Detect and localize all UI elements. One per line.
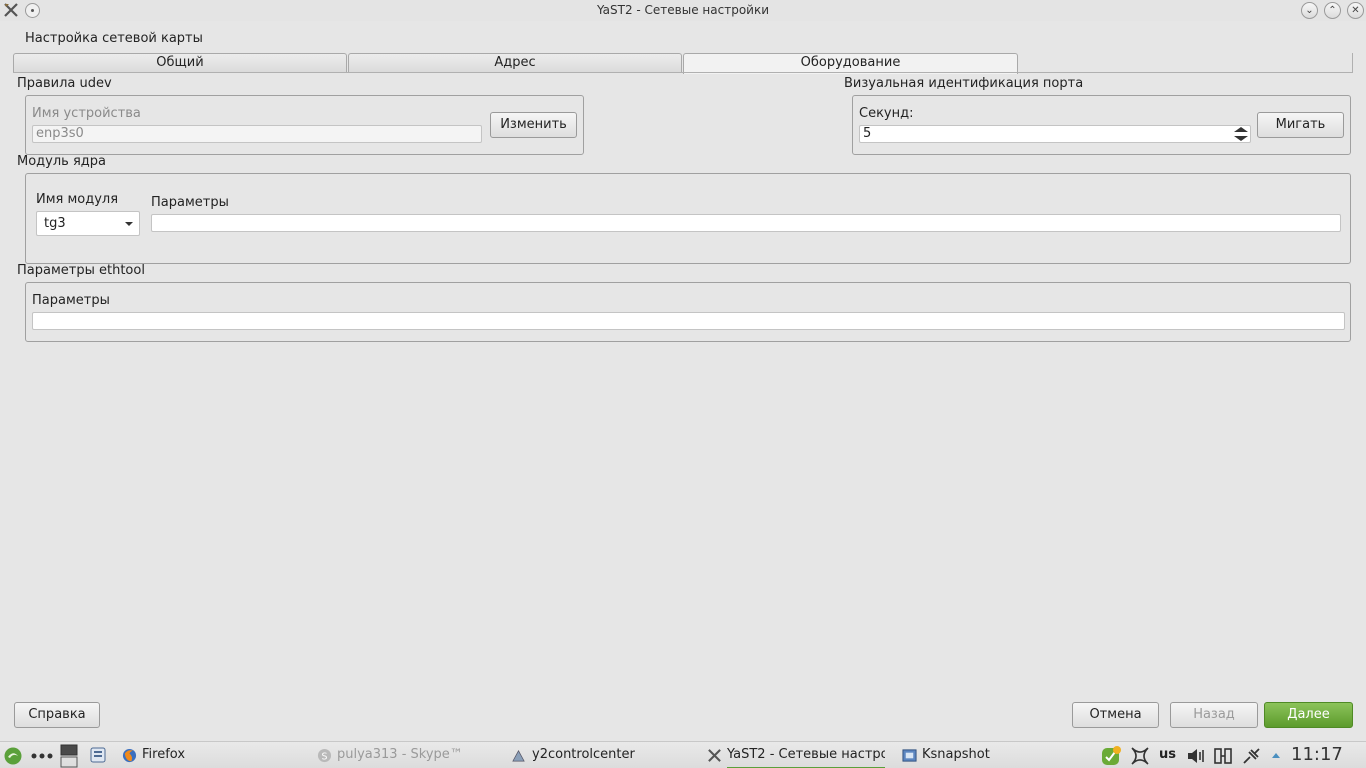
keyboard-layout-indicator[interactable]: us xyxy=(1159,742,1176,768)
task-ksnapshot[interactable]: Ksnapshot xyxy=(922,742,990,768)
yast-icon xyxy=(512,750,525,762)
change-button[interactable]: Изменить xyxy=(490,112,577,138)
close-button[interactable]: ✕ xyxy=(1347,2,1364,19)
back-button[interactable]: Назад xyxy=(1170,702,1258,728)
tab-hardware[interactable]: Оборудование xyxy=(683,53,1018,74)
taskbar: Firefox S pulya313 - Skype™ y2controlcen… xyxy=(0,741,1366,768)
seconds-label: Секунд: xyxy=(859,106,914,121)
device-name-label: Имя устройства xyxy=(32,106,141,121)
ksnapshot-icon xyxy=(902,749,917,762)
minimize-button[interactable]: ⌄ xyxy=(1301,2,1318,19)
chevron-down-icon xyxy=(125,222,133,226)
tray-expand-icon[interactable] xyxy=(1271,751,1281,759)
show-desktop-icon[interactable] xyxy=(90,747,106,763)
clock[interactable]: 11:17 xyxy=(1291,743,1343,767)
udev-group-label: Правила udev xyxy=(17,76,112,91)
maximize-button[interactable]: ⌃ xyxy=(1324,2,1341,19)
volume-icon[interactable] xyxy=(1186,747,1206,765)
firefox-icon xyxy=(122,748,137,763)
device-name-field: enp3s0 xyxy=(32,125,482,143)
more-icon[interactable] xyxy=(31,753,53,759)
help-button[interactable]: Справка xyxy=(14,702,100,728)
module-name-value: tg3 xyxy=(44,216,66,231)
module-name-label: Имя модуля xyxy=(36,192,119,207)
svg-text:S: S xyxy=(322,751,328,762)
network-manager-icon[interactable] xyxy=(1129,746,1151,766)
kernel-module-group-label: Модуль ядра xyxy=(17,154,106,169)
cancel-button[interactable]: Отмена xyxy=(1072,702,1159,728)
tab-address[interactable]: Адрес xyxy=(348,53,682,73)
application-launcher-icon[interactable] xyxy=(3,747,23,765)
next-button[interactable]: Далее xyxy=(1264,702,1353,728)
ethtool-params-label: Параметры xyxy=(32,293,110,308)
blink-button[interactable]: Мигать xyxy=(1257,112,1344,138)
update-notifier-icon[interactable] xyxy=(1100,745,1122,767)
dialog-title: Настройка сетевой карты xyxy=(25,31,203,46)
task-y2controlcenter[interactable]: y2controlcenter xyxy=(532,742,635,768)
seconds-spinbox[interactable]: 5 xyxy=(859,125,1251,143)
tab-frame-edge xyxy=(1352,53,1353,73)
clipboard-icon[interactable] xyxy=(1213,747,1233,765)
task-skype[interactable]: pulya313 - Skype™ xyxy=(337,742,463,768)
port-id-group-label: Визуальная идентификация порта xyxy=(844,76,1084,91)
yast-icon xyxy=(708,749,721,762)
ethtool-group-label: Параметры ethtool xyxy=(17,263,145,278)
tab-bar-divider xyxy=(13,72,1353,73)
window-title: YaST2 - Сетевые настройки xyxy=(596,3,770,17)
module-params-label: Параметры xyxy=(151,195,229,210)
skype-icon: S xyxy=(317,748,332,762)
tab-general[interactable]: Общий xyxy=(13,53,347,73)
task-yast-network[interactable]: YaST2 - Сетевые настрой xyxy=(727,742,885,768)
pager-icon[interactable] xyxy=(59,744,79,768)
task-firefox[interactable]: Firefox xyxy=(142,742,185,768)
ethtool-params-input[interactable] xyxy=(32,312,1345,330)
spin-arrows-icon[interactable] xyxy=(1232,125,1250,143)
power-plug-icon[interactable] xyxy=(1241,747,1261,765)
module-name-combobox[interactable]: tg3 xyxy=(36,211,140,236)
window-titlebar: YaST2 - Сетевые настройки ⌄ ⌃ ✕ xyxy=(0,0,1366,21)
module-params-input[interactable] xyxy=(151,214,1341,232)
